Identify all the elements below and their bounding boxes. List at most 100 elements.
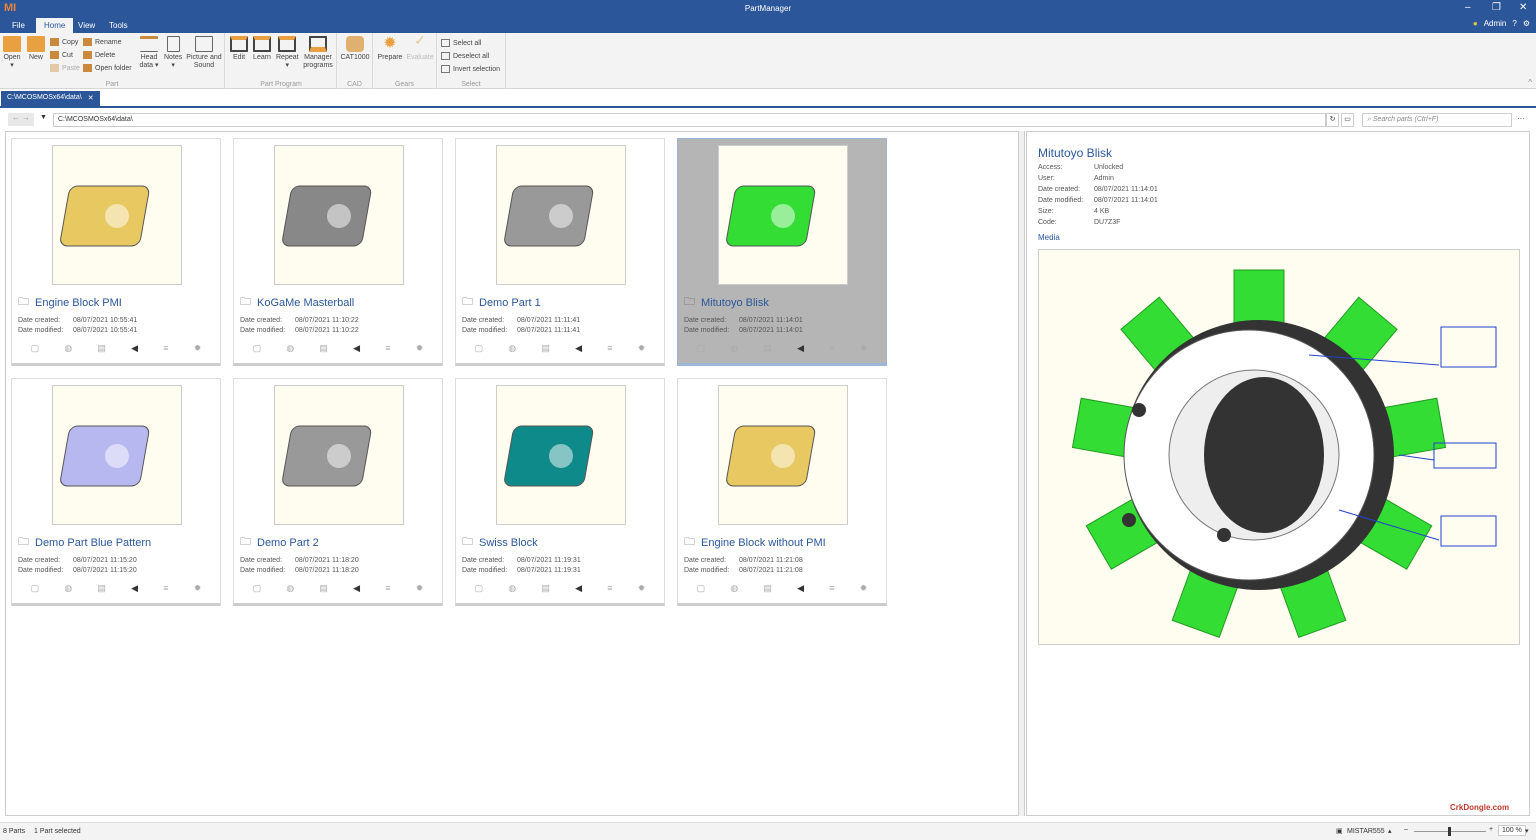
notes-icon[interactable]: ▤: [763, 583, 772, 594]
cat1000-button[interactable]: CAT1000: [340, 36, 370, 62]
cube-icon[interactable]: ◍: [508, 583, 516, 594]
machine-name[interactable]: MISTAR555: [1347, 828, 1385, 835]
doc-tab[interactable]: C:\MCOSMOSx64\data\ ✕: [1, 91, 100, 106]
speaker-icon[interactable]: ◀: [797, 343, 804, 354]
tab-home[interactable]: Home: [36, 18, 74, 33]
table-icon[interactable]: ≡: [829, 583, 834, 594]
deselect-all-button[interactable]: Deselect all: [441, 52, 489, 60]
part-name[interactable]: Engine Block without PMI: [701, 537, 826, 549]
part-name[interactable]: Demo Part 1: [479, 297, 541, 309]
picture-sound-button[interactable]: Picture and Sound: [185, 36, 223, 70]
machine-dropdown-icon[interactable]: ▴: [1388, 827, 1392, 835]
paste-button[interactable]: Paste: [50, 64, 80, 72]
delete-button[interactable]: Delete: [83, 51, 115, 59]
notes-icon[interactable]: ▤: [97, 343, 106, 354]
gear-icon[interactable]: ✹: [638, 583, 646, 594]
cube-icon[interactable]: ◍: [64, 343, 72, 354]
user-name[interactable]: Admin: [1484, 19, 1507, 28]
part-name[interactable]: Engine Block PMI: [35, 297, 122, 309]
part-card[interactable]: 🗀 Demo Part 1 Date created: 08/07/2021 11:…: [455, 138, 665, 366]
gear-icon[interactable]: ✹: [194, 343, 202, 354]
gear-icon[interactable]: ✹: [416, 343, 424, 354]
table-icon[interactable]: ≡: [607, 343, 612, 354]
rename-button[interactable]: Rename: [83, 38, 121, 46]
file-icon[interactable]: ▢: [475, 343, 484, 354]
repeat-button[interactable]: Repeat ▾: [276, 36, 299, 70]
speaker-icon[interactable]: ◀: [797, 583, 804, 594]
select-all-button[interactable]: Select all: [441, 39, 481, 47]
zoom-thumb[interactable]: [1448, 827, 1451, 836]
table-icon[interactable]: ≡: [163, 343, 168, 354]
cube-icon[interactable]: ◍: [64, 583, 72, 594]
part-card[interactable]: 🗀 KoGaMe Masterball Date created: 08/07/20…: [233, 138, 443, 366]
back-forward-buttons[interactable]: ← →: [8, 113, 34, 126]
zoom-slider[interactable]: [1414, 827, 1486, 836]
search-input[interactable]: ⌕ Search parts (Ctrl+F): [1362, 113, 1512, 127]
open-folder-button[interactable]: Open folder: [83, 64, 132, 72]
address-input[interactable]: C:\MCOSMOSx64\data\: [53, 113, 1326, 127]
gear-icon[interactable]: ⚙: [1523, 19, 1530, 28]
close-button[interactable]: ✕: [1519, 2, 1527, 13]
folder-icon[interactable]: ▭: [1341, 113, 1354, 127]
tab-tools[interactable]: Tools: [101, 18, 136, 33]
part-name[interactable]: KoGaMe Masterball: [257, 297, 354, 309]
part-card[interactable]: 🗀 Demo Part 2 Date created: 08/07/2021 11:…: [233, 378, 443, 606]
gear-icon[interactable]: ✹: [194, 583, 202, 594]
table-icon[interactable]: ≡: [163, 583, 168, 594]
part-name[interactable]: Mitutoyo Blisk: [701, 297, 769, 309]
invert-selection-button[interactable]: Invert selection: [441, 65, 500, 73]
notes-icon[interactable]: ▤: [763, 343, 772, 354]
cube-icon[interactable]: ◍: [286, 583, 294, 594]
cut-button[interactable]: Cut: [50, 51, 73, 59]
gear-icon[interactable]: ✹: [860, 343, 868, 354]
close-tab-icon[interactable]: ✕: [88, 94, 94, 103]
speaker-icon[interactable]: ◀: [575, 343, 582, 354]
file-icon[interactable]: ▢: [475, 583, 484, 594]
speaker-icon[interactable]: ◀: [131, 343, 138, 354]
copy-button[interactable]: Copy: [50, 38, 78, 46]
splitter[interactable]: [1019, 131, 1025, 816]
learn-button[interactable]: Learn: [253, 36, 271, 62]
speaker-icon[interactable]: ◀: [131, 583, 138, 594]
restore-button[interactable]: ❐: [1492, 2, 1501, 13]
tab-view[interactable]: View: [70, 18, 103, 33]
zoom-level[interactable]: 100 %: [1498, 825, 1526, 836]
gear-icon[interactable]: ✹: [416, 583, 424, 594]
speaker-icon[interactable]: ◀: [575, 583, 582, 594]
zoom-out-button[interactable]: –: [1404, 826, 1408, 833]
cube-icon[interactable]: ◍: [286, 343, 294, 354]
part-card[interactable]: 🗀 Swiss Block Date created: 08/07/2021 11:…: [455, 378, 665, 606]
part-card[interactable]: 🗀 Engine Block without PMI Date created: 0…: [677, 378, 887, 606]
notes-icon[interactable]: ▤: [319, 583, 328, 594]
tab-file[interactable]: File: [4, 18, 33, 33]
notes-icon[interactable]: ▤: [541, 583, 550, 594]
edit-button[interactable]: Edit: [230, 36, 248, 62]
part-card[interactable]: 🗀 Mitutoyo Blisk Date created: 08/07/2021 …: [677, 138, 887, 366]
new-button[interactable]: New: [27, 36, 45, 62]
file-icon[interactable]: ▢: [253, 343, 262, 354]
notes-icon[interactable]: ▤: [541, 343, 550, 354]
evaluate-button[interactable]: ✓ Evaluate: [405, 33, 435, 62]
gear-icon[interactable]: ✹: [638, 343, 646, 354]
notes-icon[interactable]: ▤: [319, 343, 328, 354]
part-name[interactable]: Demo Part Blue Pattern: [35, 537, 151, 549]
minimize-button[interactable]: –: [1465, 2, 1471, 13]
refresh-icon[interactable]: ↻: [1326, 113, 1339, 127]
file-icon[interactable]: ▢: [697, 583, 706, 594]
notes-button[interactable]: Notes ▾: [164, 36, 182, 70]
prepare-button[interactable]: ✹ Prepare: [377, 36, 403, 62]
file-icon[interactable]: ▢: [31, 343, 40, 354]
part-card[interactable]: 🗀 Engine Block PMI Date created: 08/07/202…: [11, 138, 221, 366]
cube-icon[interactable]: ◍: [730, 583, 738, 594]
collapse-ribbon-icon[interactable]: ^: [1528, 78, 1532, 87]
table-icon[interactable]: ≡: [829, 343, 834, 354]
table-icon[interactable]: ≡: [385, 343, 390, 354]
file-icon[interactable]: ▢: [31, 583, 40, 594]
speaker-icon[interactable]: ◀: [353, 583, 360, 594]
zoom-in-button[interactable]: +: [1489, 826, 1493, 833]
part-name[interactable]: Swiss Block: [479, 537, 538, 549]
head-data-button[interactable]: Head data ▾: [138, 36, 160, 70]
cube-icon[interactable]: ◍: [508, 343, 516, 354]
part-name[interactable]: Demo Part 2: [257, 537, 319, 549]
open-button[interactable]: Open ▾: [3, 36, 21, 70]
